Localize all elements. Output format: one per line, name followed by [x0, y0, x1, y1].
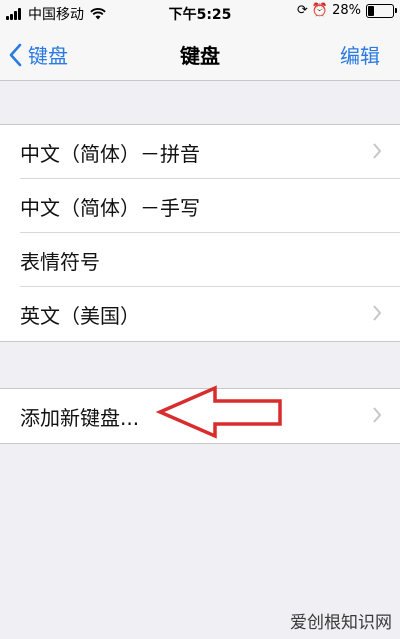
red-arrow-annotation — [155, 385, 282, 439]
add-keyboard-label: 添加新键盘... — [20, 406, 140, 430]
list-item-keyboard-english[interactable]: 英文（美国） — [0, 287, 400, 341]
battery-icon — [366, 3, 397, 18]
alarm-icon: ⏰ — [311, 3, 329, 18]
list-item-label: 英文（美国） — [20, 304, 140, 328]
edit-button[interactable]: 编辑 — [340, 40, 380, 69]
orientation-lock-icon: ⟳ — [297, 3, 308, 18]
watermark: 爱创根知识网 — [290, 613, 392, 633]
list-item-keyboard-handwriting[interactable]: 中文（简体）－手写 — [0, 179, 400, 233]
chevron-right-icon — [373, 305, 382, 321]
list-item-keyboard-emoji[interactable]: 表情符号 — [0, 233, 400, 287]
list-item-keyboard-pinyin[interactable]: 中文（简体）－拼音 — [0, 125, 400, 179]
navigation-bar: 键盘 键盘 编辑 — [0, 26, 400, 81]
battery-percentage: 28% — [332, 3, 361, 18]
chevron-right-icon — [373, 407, 382, 423]
list-item-label: 表情符号 — [20, 250, 100, 274]
chevron-right-icon — [373, 143, 382, 159]
list-item-label: 中文（简体）－手写 — [20, 196, 200, 220]
list-item-label: 中文（简体）－拼音 — [20, 142, 200, 166]
keyboard-list: 中文（简体）－拼音 中文（简体）－手写 表情符号 英文（美国） — [0, 124, 400, 342]
status-bar: 中国移动 下午5:25 ⟳ ⏰ 28% — [0, 0, 400, 26]
